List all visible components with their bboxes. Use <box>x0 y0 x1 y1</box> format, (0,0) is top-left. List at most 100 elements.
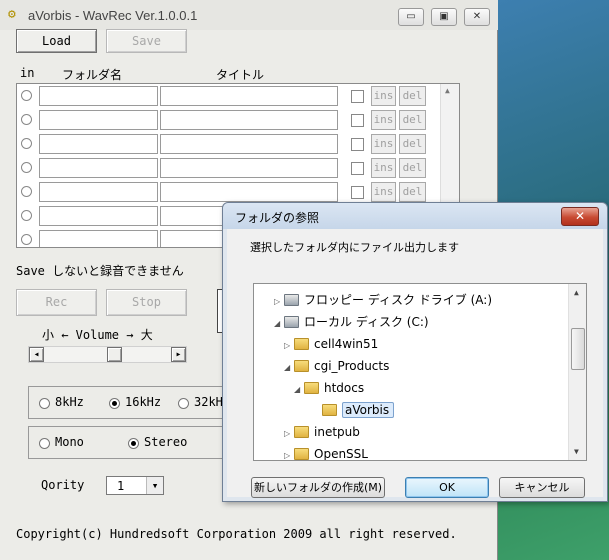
scroll-up-icon[interactable]: ▲ <box>574 288 579 297</box>
volume-left-arrow[interactable]: ◂ <box>29 347 44 362</box>
volume-slider[interactable]: ◂ ▸ <box>28 346 187 363</box>
row-in-radio[interactable] <box>21 162 32 173</box>
dialog-close-button[interactable]: ✕ <box>561 207 599 226</box>
title-input[interactable] <box>160 134 338 154</box>
quality-value: 1 <box>117 479 125 493</box>
new-folder-button[interactable]: 新しいフォルダの作成(M) <box>251 477 385 498</box>
quality-select[interactable]: 1 ▾ <box>106 476 164 495</box>
scroll-down-icon[interactable]: ▼ <box>574 447 579 456</box>
folder-name-input[interactable] <box>39 110 158 130</box>
del-button[interactable]: del <box>399 110 426 130</box>
tree-item[interactable]: ◢ ローカル ディスク (C:) <box>274 312 429 332</box>
folder-name-input[interactable] <box>39 230 158 247</box>
tree-item[interactable]: ▷ cell4win51 <box>284 334 378 354</box>
tree-item[interactable]: aVorbis <box>312 400 395 420</box>
title-input[interactable] <box>160 110 338 130</box>
volume-right-arrow[interactable]: ▸ <box>171 347 186 362</box>
ok-button[interactable]: OK <box>405 477 489 498</box>
app-icon: ⚙ <box>8 7 16 22</box>
rec-button[interactable]: Rec <box>16 289 97 316</box>
close-button[interactable]: ✕ <box>464 8 490 26</box>
title-input[interactable] <box>160 86 338 106</box>
column-header-folder: フォルダ名 <box>62 68 123 82</box>
tree-item[interactable]: ▷ フロッピー ディスク ドライブ (A:) <box>274 290 492 310</box>
ins-button[interactable]: ins <box>371 182 396 202</box>
row-checkbox[interactable] <box>351 186 364 199</box>
load-button[interactable]: Load <box>16 29 97 53</box>
browse-folder-dialog: フォルダの参照 ✕ 選択したフォルダ内にファイル出力します ▷ OpenSSL ▷ i… <box>222 202 608 502</box>
save-button[interactable]: Save <box>106 29 187 53</box>
row-in-radio[interactable] <box>21 234 32 245</box>
ins-button[interactable]: ins <box>371 134 396 154</box>
column-header-title: タイトル <box>216 68 265 82</box>
ins-button[interactable]: ins <box>371 158 396 178</box>
folder-icon <box>294 338 309 350</box>
stereo-label: Stereo <box>144 435 188 449</box>
row-checkbox[interactable] <box>351 138 364 151</box>
tree-item-label: inetpub <box>314 425 360 439</box>
title-input[interactable] <box>160 182 338 202</box>
volume-thumb[interactable] <box>107 347 122 362</box>
row-checkbox[interactable] <box>351 114 364 127</box>
row-in-radio[interactable] <box>21 114 32 125</box>
tree-item[interactable]: ◢ htdocs <box>294 378 364 398</box>
folder-name-input[interactable] <box>39 206 158 226</box>
maximize-button[interactable]: ▣ <box>431 8 457 26</box>
rate-16khz-radio[interactable] <box>109 398 120 409</box>
ins-button[interactable]: ins <box>371 110 396 130</box>
row-in-radio[interactable] <box>21 210 32 221</box>
row-in-radio[interactable] <box>21 186 32 197</box>
tree-item[interactable]: ▷ inetpub <box>284 422 360 442</box>
sample-rate-group: 8kHz 16kHz 32kHz <box>28 386 230 419</box>
stop-button[interactable]: Stop <box>106 289 187 316</box>
cancel-button[interactable]: キャンセル <box>499 477 585 498</box>
ins-button[interactable]: ins <box>371 86 396 106</box>
expand-toggle-icon[interactable]: ◢ <box>284 358 294 378</box>
table-row: insdel <box>17 156 441 180</box>
scroll-up-icon[interactable]: ▲ <box>445 86 450 95</box>
rate-16khz-label: 16kHz <box>125 395 162 409</box>
table-row: insdel <box>17 108 441 132</box>
expand-toggle-icon[interactable]: ▷ <box>284 446 294 460</box>
title-input[interactable] <box>160 158 338 178</box>
mono-radio[interactable] <box>39 438 50 449</box>
window-title: aVorbis - WavRec Ver.1.0.0.1 <box>28 8 198 23</box>
expand-toggle-icon[interactable]: ▷ <box>284 424 294 444</box>
folder-icon <box>294 448 309 460</box>
expand-toggle-icon[interactable]: ▷ <box>284 336 294 356</box>
table-row: insdel <box>17 180 441 204</box>
folder-name-input[interactable] <box>39 182 158 202</box>
mono-label: Mono <box>55 435 84 449</box>
row-in-radio[interactable] <box>21 138 32 149</box>
chevron-down-icon[interactable]: ▾ <box>146 477 163 494</box>
folder-name-input[interactable] <box>39 86 158 106</box>
folder-name-input[interactable] <box>39 134 158 154</box>
minimize-button[interactable]: ▭ <box>398 8 424 26</box>
del-button[interactable]: del <box>399 182 426 202</box>
expand-toggle-icon[interactable]: ▷ <box>274 292 284 312</box>
row-in-radio[interactable] <box>21 90 32 101</box>
table-row: insdel <box>17 84 441 108</box>
folder-name-input[interactable] <box>39 158 158 178</box>
expand-toggle-icon[interactable]: ◢ <box>294 380 304 400</box>
del-button[interactable]: del <box>399 134 426 154</box>
tree-item[interactable]: ▷ OpenSSL <box>284 444 368 460</box>
row-checkbox[interactable] <box>351 90 364 103</box>
title-bar: ⚙ aVorbis - WavRec Ver.1.0.0.1 ▭ ▣ ✕ <box>0 0 498 30</box>
stereo-radio[interactable] <box>128 438 139 449</box>
dialog-body: 選択したフォルダ内にファイル出力します ▷ OpenSSL ▷ inetpub aVor… <box>227 229 603 498</box>
tree-scrollbar[interactable]: ▲ ▼ <box>568 284 586 460</box>
expand-toggle-icon[interactable]: ◢ <box>274 314 284 334</box>
row-checkbox[interactable] <box>351 162 364 175</box>
copyright-text: Copyright(c) Hundredsoft Corporation 200… <box>16 527 457 541</box>
dialog-title: フォルダの参照 <box>235 211 320 225</box>
floppy-drive-icon <box>284 294 299 306</box>
tree-item[interactable]: ◢ cgi_Products <box>284 356 389 376</box>
del-button[interactable]: del <box>399 158 426 178</box>
status-message: Save しないと録音できません <box>16 264 184 278</box>
del-button[interactable]: del <box>399 86 426 106</box>
rate-32khz-radio[interactable] <box>178 398 189 409</box>
tree-scroll-thumb[interactable] <box>571 328 585 370</box>
tree-item-label: フロッピー ディスク ドライブ (A:) <box>304 293 493 307</box>
rate-8khz-radio[interactable] <box>39 398 50 409</box>
